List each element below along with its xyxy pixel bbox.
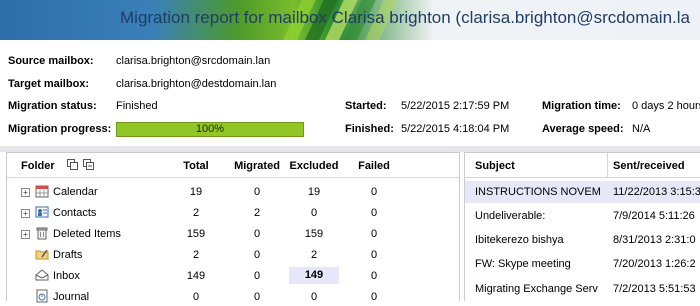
collapse-all-icon[interactable] <box>83 159 94 170</box>
folder-name[interactable]: Drafts <box>53 249 82 261</box>
folder-name[interactable]: Inbox <box>53 270 80 282</box>
total-value: 2 <box>192 249 200 261</box>
calendar-icon <box>35 184 49 198</box>
folders-table-header: Folder Total Migrated Excluded Failed <box>7 153 459 178</box>
expand-toggle[interactable]: + <box>21 188 30 197</box>
migration-progress-bar: 100% <box>116 122 304 137</box>
failed-value: 0 <box>370 291 378 303</box>
drafts-icon <box>35 247 49 261</box>
total-value: 149 <box>186 270 206 282</box>
message-date[interactable]: 7/20/2013 1:26:2 <box>613 258 696 270</box>
migration-status-label: Migration status: <box>8 100 97 112</box>
started-value: 5/22/2015 2:17:59 PM <box>401 100 510 112</box>
excluded-value: 159 <box>304 228 324 240</box>
excluded-value: 19 <box>307 186 321 198</box>
average-speed-label: Average speed: <box>542 123 624 135</box>
migration-time-value: 0 days 2 hours <box>632 100 700 112</box>
migrated-value: 0 <box>253 291 261 303</box>
expand-all-icon[interactable] <box>67 159 78 170</box>
migration-time-label: Migration time: <box>542 100 621 112</box>
message-subject[interactable]: Ibitekerezo bishya <box>475 234 609 246</box>
excluded-value-selected[interactable]: 149 <box>289 267 339 284</box>
folder-name[interactable]: Deleted Items <box>53 228 121 240</box>
finished-label: Finished: <box>345 123 394 135</box>
total-value: 0 <box>192 291 200 303</box>
message-date[interactable]: 11/22/2013 3:15:3 <box>613 186 700 198</box>
message-subject[interactable]: INSTRUCTIONS NOVEM <box>475 186 609 198</box>
folder-name[interactable]: Contacts <box>53 207 96 219</box>
messages-table-header: Subject Sent/received <box>465 153 700 178</box>
migrated-value: 0 <box>253 270 261 282</box>
average-speed-value: N/A <box>632 123 651 135</box>
message-date[interactable]: 8/31/2013 2:31:0 <box>613 234 696 246</box>
migration-progress-label: Migration progress: <box>8 123 112 135</box>
folder-name[interactable]: Calendar <box>53 186 98 198</box>
migrated-value: 0 <box>253 186 261 198</box>
sent-received-column-header[interactable]: Sent/received <box>613 160 685 172</box>
migrated-value: 0 <box>253 249 261 261</box>
message-subject[interactable]: Undeliverable: <box>475 210 609 222</box>
trash-icon <box>35 226 49 240</box>
total-value: 159 <box>186 228 206 240</box>
failed-value: 0 <box>370 228 378 240</box>
migrated-value: 0 <box>253 228 261 240</box>
message-subject[interactable]: FW: Skype meeting <box>475 258 609 270</box>
message-date[interactable]: 7/9/2014 5:11:26 <box>613 210 695 222</box>
total-value: 19 <box>189 186 203 198</box>
expand-toggle[interactable]: + <box>21 209 30 218</box>
messages-table: Subject Sent/received INSTRUCTIONS NOVEM… <box>464 152 700 301</box>
source-mailbox-value: clarisa.brighton@srcdomain.lan <box>116 55 271 67</box>
started-label: Started: <box>345 100 387 112</box>
excluded-value: 0 <box>310 207 318 219</box>
subject-column-header[interactable]: Subject <box>475 160 515 172</box>
failed-value: 0 <box>370 270 378 282</box>
excluded-column-header[interactable]: Excluded <box>285 160 343 172</box>
failed-value: 0 <box>370 249 378 261</box>
source-mailbox-label: Source mailbox: <box>8 55 94 67</box>
column-separator[interactable] <box>607 153 608 177</box>
folders-table: Folder Total Migrated Excluded Failed + … <box>6 152 460 303</box>
total-value: 2 <box>192 207 200 219</box>
excluded-value: 0 <box>310 291 318 303</box>
inbox-icon <box>35 268 49 282</box>
report-banner: Migration report for mailbox Clarisa bri… <box>0 0 700 40</box>
folder-column-header[interactable]: Folder <box>21 160 55 172</box>
failed-column-header[interactable]: Failed <box>349 160 399 172</box>
finished-value: 5/22/2015 4:18:04 PM <box>401 123 510 135</box>
folder-name[interactable]: Journal <box>53 291 89 303</box>
target-mailbox-value: clarisa.brighton@destdomain.lan <box>116 78 277 90</box>
excluded-value: 2 <box>310 249 318 261</box>
migration-progress-text: 100% <box>195 123 225 135</box>
contacts-icon <box>35 205 49 219</box>
failed-value: 0 <box>370 207 378 219</box>
report-title: Migration report for mailbox Clarisa bri… <box>120 8 690 27</box>
message-date[interactable]: 7/2/2013 5:51:53 <box>613 283 696 295</box>
failed-value: 0 <box>370 186 378 198</box>
expand-toggle[interactable]: + <box>21 230 30 239</box>
migration-status-value: Finished <box>116 100 158 112</box>
target-mailbox-label: Target mailbox: <box>8 78 90 90</box>
total-column-header[interactable]: Total <box>171 160 221 172</box>
migrated-column-header[interactable]: Migrated <box>229 160 285 172</box>
journal-icon <box>35 289 49 303</box>
migrated-value: 2 <box>253 207 261 219</box>
message-subject[interactable]: Migrating Exchange Serv <box>475 283 609 295</box>
